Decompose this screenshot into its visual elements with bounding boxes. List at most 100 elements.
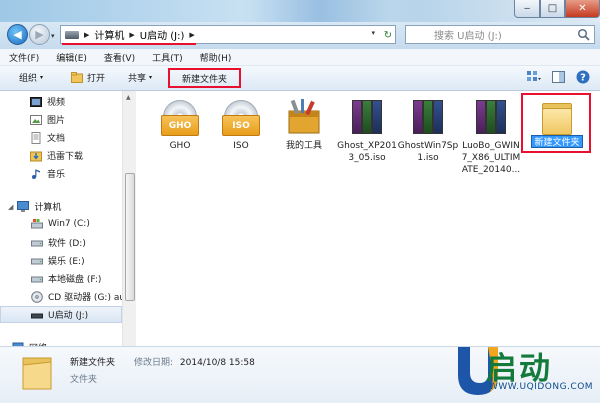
chevron-right-icon[interactable]: ▶ — [129, 31, 134, 39]
command-bar: 组织 ▾ 打开 共享 ▾ 新建文件夹 ? — [0, 66, 600, 91]
help-icon[interactable]: ? — [576, 70, 590, 84]
nav-label: Win7 (C:) — [48, 219, 90, 229]
address-dropdown[interactable]: ▾ — [371, 29, 375, 37]
nav-drive-d[interactable]: 软件 (D:) — [31, 236, 86, 249]
organize-button[interactable]: 组织 ▾ — [19, 71, 43, 84]
view-controls: ? — [527, 70, 590, 84]
nav-label: CD 驱动器 (G:) aut — [48, 293, 129, 303]
back-button[interactable]: ◀ — [7, 24, 28, 45]
toolbox-icon — [288, 99, 320, 134]
collapse-icon[interactable]: ◢ — [8, 203, 13, 211]
nav-label: 文档 — [47, 134, 66, 144]
chevron-right-icon[interactable]: ▶ — [189, 31, 194, 39]
document-icon — [31, 131, 41, 144]
refresh-icon[interactable]: ↻ — [381, 29, 395, 42]
hard-drive-icon — [31, 276, 43, 282]
nav-label: 图片 — [47, 116, 66, 126]
nav-item-pictures[interactable]: 图片 — [30, 113, 65, 126]
details-modified: 修改日期: 2014/10/8 15:58 — [134, 355, 255, 368]
disc-folder-icon: GHO — [160, 97, 200, 137]
nav-item-music[interactable]: 音乐 — [30, 167, 65, 180]
nav-item-computer[interactable]: ◢ 计算机 — [8, 200, 61, 213]
file-item-new-folder[interactable] — [523, 97, 591, 137]
nav-drive-j[interactable]: U启动 (J:) — [31, 308, 88, 321]
file-list: GHO GHO ISO ISO 我的工具 Ghost_XP2013_05.iso — [137, 91, 600, 346]
nav-label: 音乐 — [47, 170, 66, 180]
nav-label: 视频 — [47, 98, 66, 108]
nav-item-videos[interactable]: 视频 — [30, 95, 65, 108]
nav-item-documents[interactable]: 文档 — [30, 131, 65, 144]
organize-label: 组织 — [19, 74, 38, 84]
nav-label: U启动 (J:) — [48, 311, 89, 321]
file-name: ISO — [233, 141, 249, 151]
rename-input[interactable]: 新建文件夹 — [531, 135, 583, 148]
details-type: 文件夹 — [70, 375, 98, 385]
nav-drive-g[interactable]: CD 驱动器 (G:) aut — [31, 290, 129, 303]
modified-value: 2014/10/8 15:58 — [179, 358, 255, 368]
search-icon[interactable] — [577, 28, 590, 41]
search-input[interactable]: 搜索 U启动 (J:) — [405, 25, 595, 44]
nav-drive-e[interactable]: 娱乐 (E:) — [31, 254, 85, 267]
preview-pane-icon[interactable] — [552, 71, 565, 83]
forward-button[interactable]: ▶ — [29, 24, 50, 45]
open-label: 打开 — [87, 74, 106, 84]
file-item[interactable]: 我的工具 — [270, 97, 338, 152]
badge: GHO — [161, 115, 199, 136]
chevron-right-icon[interactable]: ▶ — [84, 31, 89, 39]
menu-tools[interactable]: 工具(T) — [143, 51, 191, 64]
menu-help[interactable]: 帮助(H) — [191, 51, 240, 64]
details-name: 新建文件夹 — [70, 358, 116, 368]
open-button[interactable]: 打开 — [71, 71, 105, 84]
download-folder-icon — [30, 151, 42, 161]
breadcrumb-computer[interactable]: 计算机 — [94, 27, 124, 42]
nav-drive-f[interactable]: 本地磁盘 (F:) — [31, 272, 101, 285]
hard-drive-icon — [31, 240, 43, 246]
address-bar[interactable]: ▶ 计算机 ▶ U启动 (J:) ▶ ▾ ↻ — [60, 25, 396, 44]
file-item[interactable]: ISO ISO — [207, 97, 275, 152]
share-label: 共享 — [128, 74, 147, 84]
file-name: GHO — [169, 141, 191, 151]
winrar-archive-icon — [408, 97, 448, 137]
svg-text:?: ? — [580, 73, 586, 84]
menu-view[interactable]: 查看(V) — [95, 51, 143, 64]
file-item[interactable]: GhostWin7Sp1.iso — [394, 97, 462, 164]
disc-folder-icon: ISO — [221, 97, 261, 137]
file-name: Ghost_XP2013_05.iso — [337, 141, 397, 163]
file-name: GhostWin7Sp1.iso — [397, 141, 459, 163]
logo-url: WWW.UQIDONG.COM — [489, 382, 594, 392]
windows-drive-icon — [31, 219, 43, 229]
nav-label: 本地磁盘 (F:) — [48, 275, 102, 285]
maximize-button[interactable]: □ — [540, 0, 565, 18]
scrollbar-thumb[interactable] — [125, 173, 135, 301]
winrar-archive-icon — [347, 97, 387, 137]
file-item[interactable]: GHO GHO — [146, 97, 214, 152]
navigation-scrollbar[interactable]: ▲ — [122, 91, 136, 346]
title-glare — [250, 0, 390, 22]
new-folder-button[interactable]: 新建文件夹 — [168, 68, 241, 88]
badge: ISO — [222, 115, 260, 136]
highlight-underline — [62, 43, 196, 45]
cd-drive-icon — [31, 290, 43, 303]
nav-label: 迅雷下载 — [47, 152, 84, 162]
chevron-down-icon: ▾ — [40, 74, 44, 81]
nav-drive-c[interactable]: Win7 (C:) — [31, 218, 90, 230]
minimize-button[interactable]: ‒ — [514, 0, 540, 18]
recent-pages-dropdown[interactable]: ▾ — [51, 32, 55, 40]
file-name: 我的工具 — [285, 141, 322, 151]
modified-label: 修改日期: — [134, 358, 174, 368]
drive-icon — [65, 30, 79, 39]
file-item[interactable]: Ghost_XP2013_05.iso — [333, 97, 401, 164]
nav-label: 软件 (D:) — [48, 239, 86, 249]
nav-item-thunder-downloads[interactable]: 迅雷下载 — [30, 149, 83, 162]
menu-edit[interactable]: 编辑(E) — [47, 51, 95, 64]
scroll-up-icon[interactable]: ▲ — [126, 94, 131, 101]
close-button[interactable]: ✕ — [565, 0, 600, 18]
chevron-down-icon: ▾ — [149, 74, 153, 81]
share-button[interactable]: 共享 ▾ — [128, 71, 152, 84]
folder-open-icon — [71, 72, 83, 83]
change-view-icon[interactable] — [527, 71, 541, 83]
folder-icon — [537, 97, 577, 137]
file-item[interactable]: LuoBo_GWIN7_X86_ULTIMATE_20140... — [457, 97, 525, 176]
menu-file[interactable]: 文件(F) — [0, 51, 47, 64]
breadcrumb-udrive[interactable]: U启动 (J:) — [140, 27, 185, 42]
